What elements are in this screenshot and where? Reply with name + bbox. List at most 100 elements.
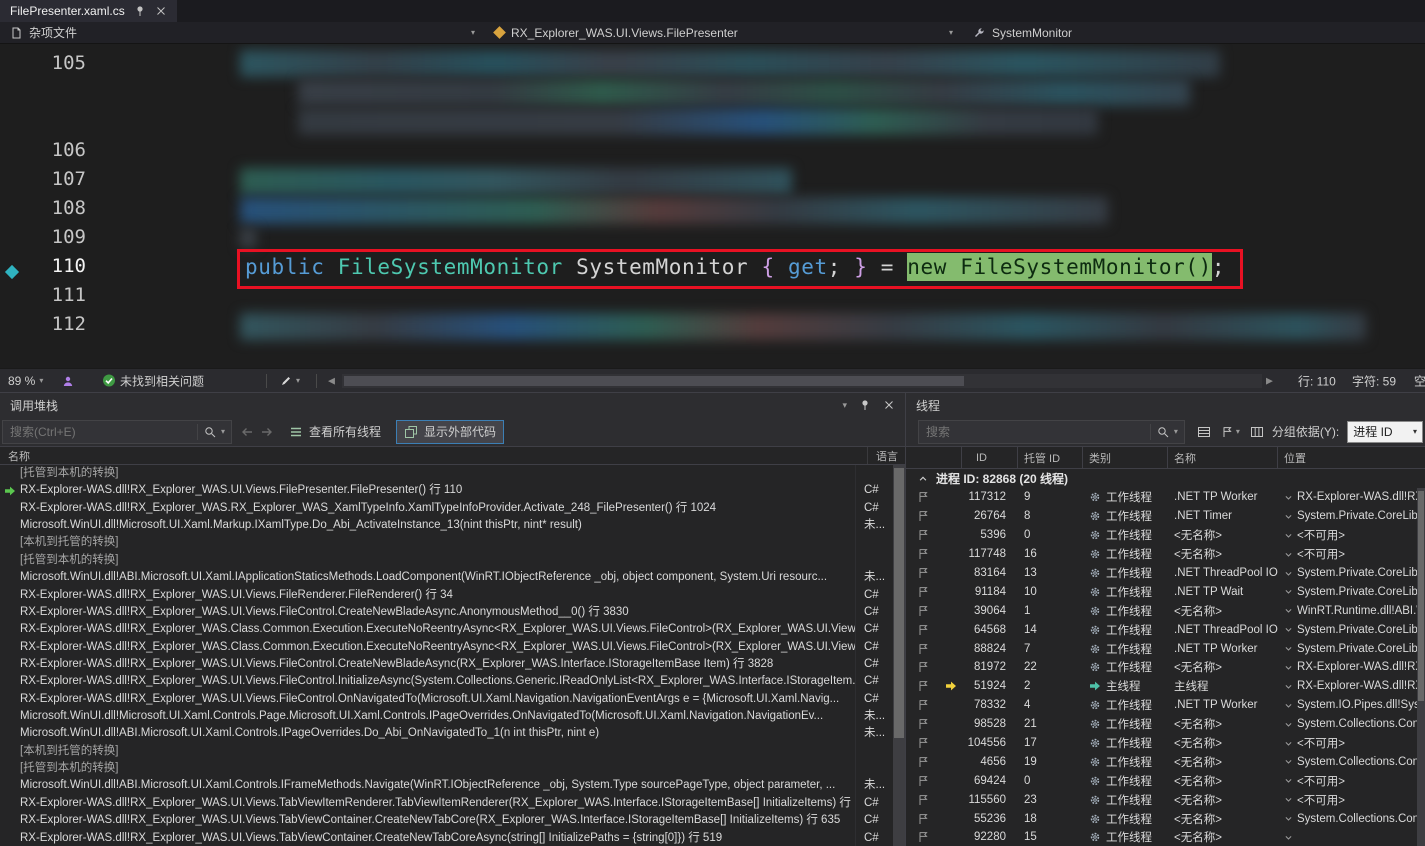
flag-icon[interactable] bbox=[906, 831, 940, 843]
flag-icon[interactable] bbox=[906, 699, 940, 711]
thread-row[interactable]: 53960工作线程<无名称><不可用> bbox=[906, 526, 1418, 545]
search-options-icon[interactable]: ▾ bbox=[1174, 427, 1178, 436]
group-by-select[interactable]: 进程 ID ▾ bbox=[1347, 421, 1423, 443]
flag-icon[interactable] bbox=[906, 775, 940, 787]
callstack-frame[interactable]: RX-Explorer-WAS.dll!RX_Explorer_WAS.UI.V… bbox=[0, 812, 893, 829]
callstack-frame[interactable]: RX-Explorer-WAS.dll!RX_Explorer_WAS.UI.V… bbox=[0, 673, 893, 690]
type-dropdown[interactable]: RX_Explorer_WAS.UI.Views.FilePresenter ▾ bbox=[485, 22, 963, 43]
thread-location[interactable]: System.IO.Pipes.dll!Syste bbox=[1278, 699, 1418, 711]
callstack-frame[interactable]: [本机到托管的转换] bbox=[0, 534, 893, 551]
thread-row[interactable]: 888247工作线程.NET TP WorkerSystem.Private.C… bbox=[906, 639, 1418, 658]
callstack-frame[interactable]: RX-Explorer-WAS.dll!RX_Explorer_WAS.UI.V… bbox=[0, 795, 893, 812]
ink-tool[interactable]: ▾ bbox=[280, 375, 300, 387]
search-icon[interactable] bbox=[204, 426, 216, 438]
callstack-frame[interactable]: RX-Explorer-WAS.dll!RX_Explorer_WAS.UI.V… bbox=[0, 830, 893, 846]
member-dropdown[interactable]: SystemMonitor bbox=[963, 22, 1425, 43]
thread-row[interactable]: 10455617工作线程<无名称><不可用> bbox=[906, 734, 1418, 753]
column-header-managed-id[interactable]: 托管 ID bbox=[1018, 447, 1083, 468]
column-header-name[interactable]: 名称 bbox=[0, 448, 867, 464]
flag-icon[interactable] bbox=[906, 510, 940, 522]
close-tab-icon[interactable] bbox=[155, 5, 167, 17]
callstack-frame[interactable]: Microsoft.WinUI.dll!ABI.Microsoft.UI.Xam… bbox=[0, 569, 893, 586]
expand-chevron-icon[interactable] bbox=[1284, 531, 1293, 540]
callstack-scrollbar[interactable] bbox=[893, 465, 905, 846]
live-share-icon[interactable] bbox=[62, 375, 74, 387]
code-editor[interactable]: 105106107108109110111112 public FileSyst… bbox=[0, 44, 1425, 368]
flag-icon[interactable] bbox=[906, 643, 940, 655]
collapse-chevron-icon[interactable] bbox=[918, 474, 928, 484]
expand-chevron-icon[interactable] bbox=[1284, 493, 1293, 502]
thread-row[interactable]: 8197222工作线程<无名称>RX-Explorer-WAS.dll!RX bbox=[906, 658, 1418, 677]
expand-chevron-icon[interactable] bbox=[1284, 663, 1293, 672]
expand-chevron-icon[interactable] bbox=[1284, 512, 1293, 521]
scrollbar-thumb[interactable] bbox=[894, 468, 904, 738]
expand-chevron-icon[interactable] bbox=[1284, 739, 1293, 748]
column-header-category[interactable]: 类别 bbox=[1083, 447, 1168, 468]
window-position-icon[interactable]: ▾ bbox=[842, 400, 847, 411]
scroll-left-button[interactable]: ◀ bbox=[328, 375, 335, 386]
flag-icon[interactable] bbox=[906, 813, 940, 825]
flag-icon[interactable] bbox=[906, 548, 940, 560]
flag-icon[interactable] bbox=[906, 567, 940, 579]
flag-icon[interactable] bbox=[906, 794, 940, 806]
thread-location[interactable]: System.Private.CoreLib.d bbox=[1278, 586, 1418, 598]
expand-chevron-icon[interactable] bbox=[1284, 569, 1293, 578]
thread-location[interactable]: RX-Explorer-WAS.dll!RX bbox=[1278, 661, 1418, 673]
thread-row[interactable]: 783324工作线程.NET TP WorkerSystem.IO.Pipes.… bbox=[906, 696, 1418, 715]
search-input[interactable] bbox=[919, 425, 1150, 439]
flag-icon[interactable] bbox=[906, 718, 940, 730]
callstack-frame[interactable]: Microsoft.WinUI.dll!ABI.Microsoft.UI.Xam… bbox=[0, 777, 893, 794]
thread-row[interactable]: 5523618工作线程<无名称>System.Collections.Conc bbox=[906, 809, 1418, 828]
thread-row[interactable]: 8316413工作线程.NET ThreadPool IOSystem.Priv… bbox=[906, 564, 1418, 583]
show-external-code-button[interactable]: 显示外部代码 bbox=[396, 420, 504, 444]
expand-chevron-icon[interactable] bbox=[1284, 682, 1293, 691]
thread-location[interactable]: System.Collections.Conc bbox=[1278, 813, 1418, 825]
expand-chevron-icon[interactable] bbox=[1284, 757, 1293, 766]
expand-chevron-icon[interactable] bbox=[1284, 833, 1293, 842]
pin-panel-icon[interactable] bbox=[859, 399, 871, 411]
flag-icon[interactable] bbox=[906, 491, 940, 503]
flag-icon[interactable] bbox=[906, 756, 940, 768]
callstack-frame[interactable]: Microsoft.WinUI.dll!Microsoft.UI.Xaml.Ma… bbox=[0, 517, 893, 534]
project-dropdown[interactable]: 杂项文件 ▾ bbox=[0, 22, 485, 43]
thread-row[interactable]: 1173129工作线程.NET TP WorkerRX-Explorer-WAS… bbox=[906, 488, 1418, 507]
thread-location[interactable]: <不可用> bbox=[1278, 527, 1418, 543]
thread-row[interactable]: 6456814工作线程.NET ThreadPool IOSystem.Priv… bbox=[906, 620, 1418, 639]
thread-location[interactable]: <不可用> bbox=[1278, 735, 1418, 751]
zoom-control[interactable]: 89 % ▾ bbox=[8, 374, 43, 388]
thread-location[interactable]: <不可用> bbox=[1278, 792, 1418, 808]
close-panel-icon[interactable] bbox=[883, 399, 895, 411]
thread-row[interactable]: 267648工作线程.NET TimerSystem.Private.CoreL… bbox=[906, 507, 1418, 526]
callstack-frame[interactable]: RX-Explorer-WAS.dll!RX_Explorer_WAS.UI.V… bbox=[0, 656, 893, 673]
callstack-frame[interactable]: [托管到本机的转换] bbox=[0, 760, 893, 777]
expand-chevron-icon[interactable] bbox=[1284, 720, 1293, 729]
expand-chevron-icon[interactable] bbox=[1284, 814, 1293, 823]
thread-location[interactable] bbox=[1278, 833, 1418, 842]
thread-location[interactable]: <不可用> bbox=[1278, 773, 1418, 789]
callstack-frame[interactable]: RX-Explorer-WAS.dll!RX_Explorer_WAS.UI.V… bbox=[0, 587, 893, 604]
search-icon[interactable] bbox=[1157, 426, 1169, 438]
thread-location[interactable]: System.Collections.Conc bbox=[1278, 718, 1418, 730]
callstack-frame[interactable]: RX-Explorer-WAS.dll!RX_Explorer_WAS.RX_E… bbox=[0, 500, 893, 517]
flag-icon[interactable] bbox=[906, 529, 940, 541]
back-button[interactable] bbox=[240, 425, 254, 439]
expand-chevron-icon[interactable] bbox=[1284, 550, 1293, 559]
thread-row[interactable]: 465619工作线程<无名称>System.Collections.Conc bbox=[906, 752, 1418, 771]
thread-location[interactable]: WinRT.Runtime.dll!ABI.W bbox=[1278, 605, 1418, 617]
flag-icon[interactable] bbox=[906, 680, 940, 692]
callstack-frame[interactable]: [本机到托管的转换] bbox=[0, 743, 893, 760]
callstack-frame[interactable]: RX-Explorer-WAS.dll!RX_Explorer_WAS.Clas… bbox=[0, 639, 893, 656]
expand-chevron-icon[interactable] bbox=[1284, 625, 1293, 634]
callstack-frame[interactable]: Microsoft.WinUI.dll!ABI.Microsoft.UI.Xam… bbox=[0, 725, 893, 742]
callstack-frame[interactable]: RX-Explorer-WAS.dll!RX_Explorer_WAS.UI.V… bbox=[0, 604, 893, 621]
thread-row[interactable]: 11774816工作线程<无名称><不可用> bbox=[906, 545, 1418, 564]
callstack-frame[interactable]: [托管到本机的转换] bbox=[0, 465, 893, 482]
problems-indicator[interactable]: 未找到相关问题 bbox=[102, 372, 204, 389]
thread-row[interactable]: 11556023工作线程<无名称><不可用> bbox=[906, 790, 1418, 809]
column-header-id[interactable]: ID bbox=[962, 447, 1018, 468]
search-input[interactable] bbox=[3, 425, 197, 439]
search-options-icon[interactable]: ▾ bbox=[221, 427, 225, 436]
thread-row[interactable]: 9118410工作线程.NET TP WaitSystem.Private.Co… bbox=[906, 582, 1418, 601]
search-box[interactable]: ▾ bbox=[2, 420, 232, 444]
horizontal-scrollbar[interactable] bbox=[342, 374, 1262, 388]
